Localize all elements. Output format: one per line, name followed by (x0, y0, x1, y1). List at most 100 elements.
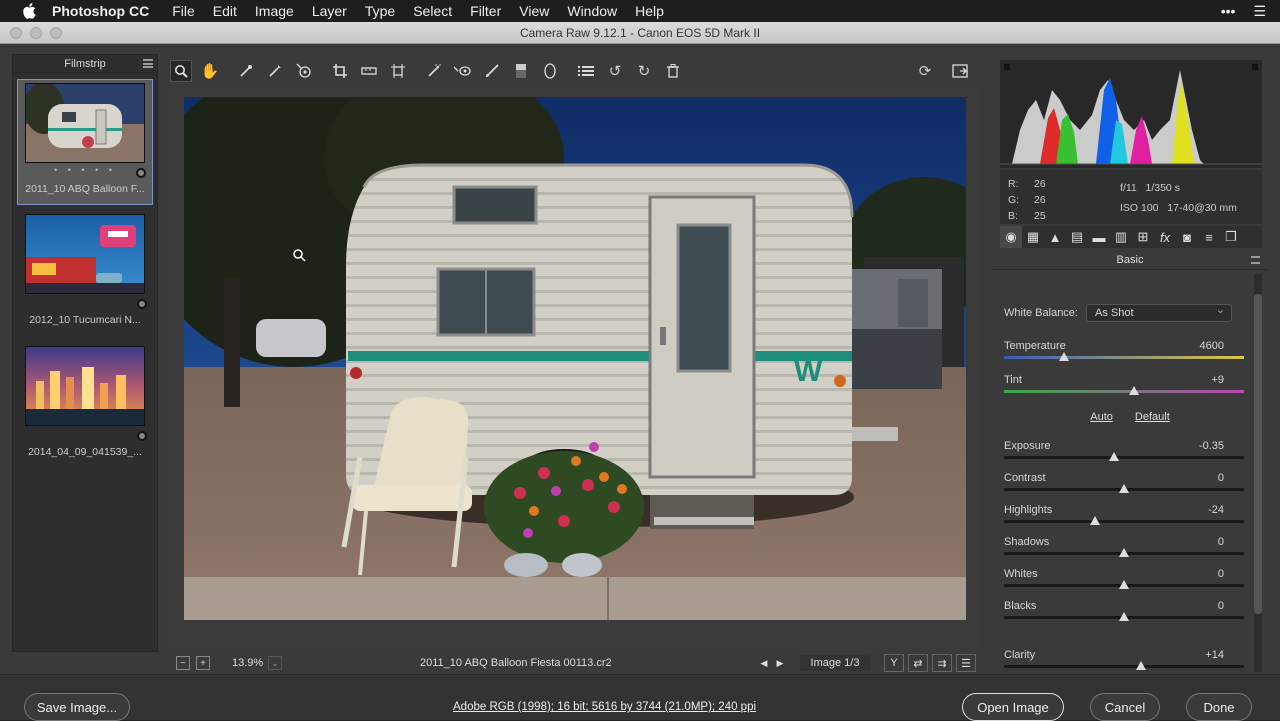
slider-value[interactable]: 4600 (1200, 340, 1224, 352)
rotate-ccw-icon[interactable]: ↺ (604, 60, 626, 82)
cancel-button[interactable]: Cancel (1090, 693, 1160, 721)
slider-handle[interactable] (1059, 352, 1069, 361)
copy-settings-icon[interactable]: ⇉ (932, 654, 952, 672)
slider-highlights[interactable]: Highlights -24 (1004, 504, 1244, 532)
slider-shadows[interactable]: Shadows 0 (1004, 536, 1244, 564)
before-after-toggle[interactable]: Y (884, 654, 904, 672)
white-balance-tool-icon[interactable] (235, 60, 257, 82)
minimize-window-icon[interactable] (30, 27, 42, 39)
menu-image[interactable]: Image (255, 3, 294, 19)
tab-camera-calibration-icon[interactable]: ◙ (1176, 226, 1198, 248)
done-button[interactable]: Done (1186, 693, 1252, 721)
slider-tint[interactable]: Tint +9 (1004, 374, 1244, 402)
crop-tool-icon[interactable] (329, 60, 351, 82)
shadow-clipping-icon[interactable] (1004, 64, 1010, 70)
save-image-button[interactable]: Save Image... (24, 693, 130, 721)
refresh-icon[interactable]: ⟳ (914, 60, 936, 82)
slider-track[interactable] (1004, 390, 1244, 393)
slider-value[interactable]: -24 (1208, 504, 1224, 516)
tab-lens-corrections-icon[interactable]: ▥ (1110, 226, 1132, 248)
tab-tone-curve-icon[interactable]: ▦ (1022, 226, 1044, 248)
menu-view[interactable]: View (519, 3, 549, 19)
slider-temperature[interactable]: Temperature 4600 (1004, 340, 1244, 368)
slider-handle[interactable] (1109, 452, 1120, 461)
slider-value[interactable]: +14 (1205, 649, 1224, 661)
menu-select[interactable]: Select (413, 3, 452, 19)
open-image-button[interactable]: Open Image (962, 693, 1064, 721)
straighten-tool-icon[interactable] (358, 60, 380, 82)
slider-track[interactable] (1004, 665, 1244, 668)
apple-icon[interactable] (20, 0, 38, 22)
radial-filter-icon[interactable] (539, 60, 561, 82)
slider-value[interactable]: 0 (1218, 536, 1224, 548)
tab-split-toning-icon[interactable]: ▬ (1088, 226, 1110, 248)
panel-menu-icon[interactable] (1251, 256, 1260, 264)
zoom-window-icon[interactable] (50, 27, 62, 39)
menu-help[interactable]: Help (635, 3, 664, 19)
slider-value[interactable]: +9 (1211, 374, 1224, 386)
rating-dots[interactable] (17, 428, 153, 442)
menu-list-icon[interactable]: ☰ (1253, 3, 1266, 20)
slider-handle[interactable] (1119, 548, 1129, 557)
red-eye-tool-icon[interactable] (452, 60, 474, 82)
app-menu[interactable]: Photoshop CC (52, 3, 149, 19)
menu-window[interactable]: Window (567, 3, 617, 19)
hand-tool-icon[interactable]: ✋ (199, 60, 221, 82)
previous-image-icon[interactable]: ◀ (756, 655, 772, 671)
more-icon[interactable]: ••• (1221, 3, 1236, 19)
spot-removal-tool-icon[interactable] (423, 60, 445, 82)
slider-handle[interactable] (1119, 580, 1129, 589)
tab-detail-icon[interactable]: ▲ (1044, 226, 1066, 248)
slider-handle[interactable] (1135, 661, 1146, 670)
slider-value[interactable]: 0 (1218, 600, 1224, 612)
panel-scrollbar[interactable] (1254, 274, 1262, 672)
slider-track[interactable] (1004, 520, 1244, 523)
toggle-fullscreen-icon[interactable] (949, 60, 971, 82)
preview-preferences-icon[interactable]: ☰ (956, 654, 976, 672)
slider-handle[interactable] (1090, 516, 1101, 525)
slider-track[interactable] (1004, 456, 1244, 459)
menu-edit[interactable]: Edit (213, 3, 237, 19)
rotate-cw-icon[interactable]: ↻ (633, 60, 655, 82)
swap-settings-icon[interactable]: ⇄ (908, 654, 928, 672)
close-window-icon[interactable] (10, 27, 22, 39)
slider-handle[interactable] (1119, 612, 1129, 621)
slider-whites[interactable]: Whites 0 (1004, 568, 1244, 596)
auto-link[interactable]: Auto (1090, 411, 1113, 423)
slider-handle[interactable] (1119, 484, 1129, 493)
transform-tool-icon[interactable] (387, 60, 409, 82)
tab-effects-icon[interactable]: fx (1154, 226, 1176, 248)
slider-value[interactable]: -0.35 (1199, 440, 1224, 452)
filmstrip-item-motel[interactable]: 2012_10 Tucumcari N... (17, 211, 153, 337)
adjustment-brush-icon[interactable] (481, 60, 503, 82)
menu-layer[interactable]: Layer (312, 3, 347, 19)
targeted-adjustment-tool-icon[interactable] (293, 60, 315, 82)
menu-filter[interactable]: Filter (470, 3, 501, 19)
image-preview-area[interactable]: W (170, 88, 980, 652)
menu-file[interactable]: File (172, 3, 195, 19)
slider-blacks[interactable]: Blacks 0 (1004, 600, 1244, 628)
zoom-out-button[interactable]: − (176, 656, 190, 670)
rating-dots[interactable]: • • • • • (18, 165, 152, 179)
photo-canvas[interactable]: W (184, 97, 966, 620)
default-link[interactable]: Default (1135, 411, 1170, 423)
graduated-filter-icon[interactable] (510, 60, 532, 82)
panel-scroll-thumb[interactable] (1254, 294, 1262, 614)
tab-snapshots-icon[interactable]: ❐ (1220, 226, 1242, 248)
slider-handle[interactable] (1128, 386, 1139, 395)
zoom-in-button[interactable]: + (196, 656, 210, 670)
tab-presets-icon[interactable]: ≡ (1198, 226, 1220, 248)
slider-clarity[interactable]: Clarity +14 (1004, 649, 1244, 677)
zoom-dropdown-chevron-icon[interactable]: ⌄ (268, 656, 282, 670)
filmstrip-item-trailer[interactable]: • • • • • 2011_10 ABQ Balloon F... (17, 79, 153, 205)
tab-transform-icon[interactable]: ⊞ (1132, 226, 1154, 248)
highlight-clipping-icon[interactable] (1252, 64, 1258, 70)
menu-type[interactable]: Type (365, 3, 395, 19)
next-image-icon[interactable]: ▶ (772, 655, 788, 671)
slider-value[interactable]: 0 (1218, 472, 1224, 484)
filmstrip-item-city[interactable]: 2014_04_09_041539_... (17, 343, 153, 469)
workflow-options-link[interactable]: Adobe RGB (1998); 16 bit; 5616 by 3744 (… (453, 701, 756, 713)
trash-icon[interactable] (662, 60, 684, 82)
slider-value[interactable]: 0 (1218, 568, 1224, 580)
rating-dots[interactable] (17, 296, 153, 310)
